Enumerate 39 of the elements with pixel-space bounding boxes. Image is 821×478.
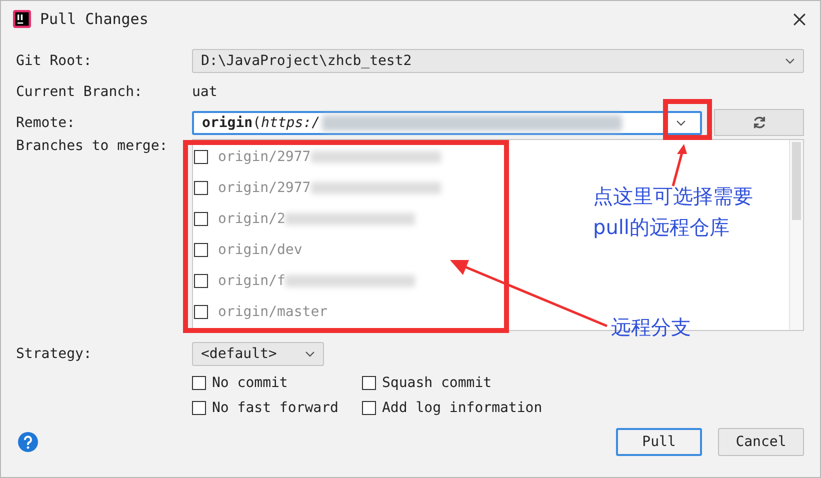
checkbox[interactable] <box>362 401 376 415</box>
field-label: Current Branch: <box>16 84 144 100</box>
app-logo-icon <box>13 10 31 28</box>
checkbox[interactable] <box>194 274 208 288</box>
checkbox[interactable] <box>192 401 206 415</box>
checkbox-label[interactable]: No commit <box>212 375 288 391</box>
help-icon[interactable] <box>18 432 38 452</box>
checkbox[interactable] <box>194 242 208 256</box>
scrollbar[interactable] <box>789 140 803 330</box>
checkbox-label[interactable]: No fast forward <box>212 400 338 416</box>
checkbox[interactable] <box>194 304 208 318</box>
checkbox[interactable] <box>194 180 208 194</box>
chevron-down-icon <box>676 120 686 126</box>
dialog-button[interactable]: Pull <box>616 428 702 456</box>
checkbox[interactable] <box>194 212 208 226</box>
field-label: Git Root: <box>16 52 93 68</box>
window-title: Pull Changes <box>40 10 150 28</box>
annotation-text: 点这里可选择需要pull的远程仓库 <box>593 183 754 241</box>
chevron-down-icon <box>785 58 795 64</box>
refresh-icon <box>752 115 766 130</box>
annotation-text: 远程分支 <box>611 314 691 341</box>
current-branch-value: uat <box>192 84 218 100</box>
annotation-arrow <box>669 143 689 187</box>
checkbox-label[interactable]: Squash commit <box>382 375 492 391</box>
checkbox[interactable] <box>194 150 208 164</box>
strategy-dropdown[interactable]: <default> <box>192 342 324 366</box>
refresh-button[interactable] <box>714 109 804 136</box>
highlight-box <box>663 99 712 140</box>
dialog-button[interactable]: Cancel <box>718 428 804 456</box>
git-root-dropdown[interactable]: D:\JavaProject\zhcb_test2 <box>192 48 804 72</box>
chevron-down-icon <box>305 350 315 356</box>
close-icon[interactable] <box>793 12 806 26</box>
field-label: Branches to merge: <box>16 138 169 154</box>
field-label: Remote: <box>16 114 76 130</box>
checkbox[interactable] <box>362 376 376 390</box>
field-label: Strategy: <box>16 346 93 362</box>
remote-dropdown[interactable]: origin(https:/ <box>192 110 702 134</box>
checkbox-label[interactable]: Add log information <box>382 400 542 416</box>
checkbox[interactable] <box>192 376 206 390</box>
